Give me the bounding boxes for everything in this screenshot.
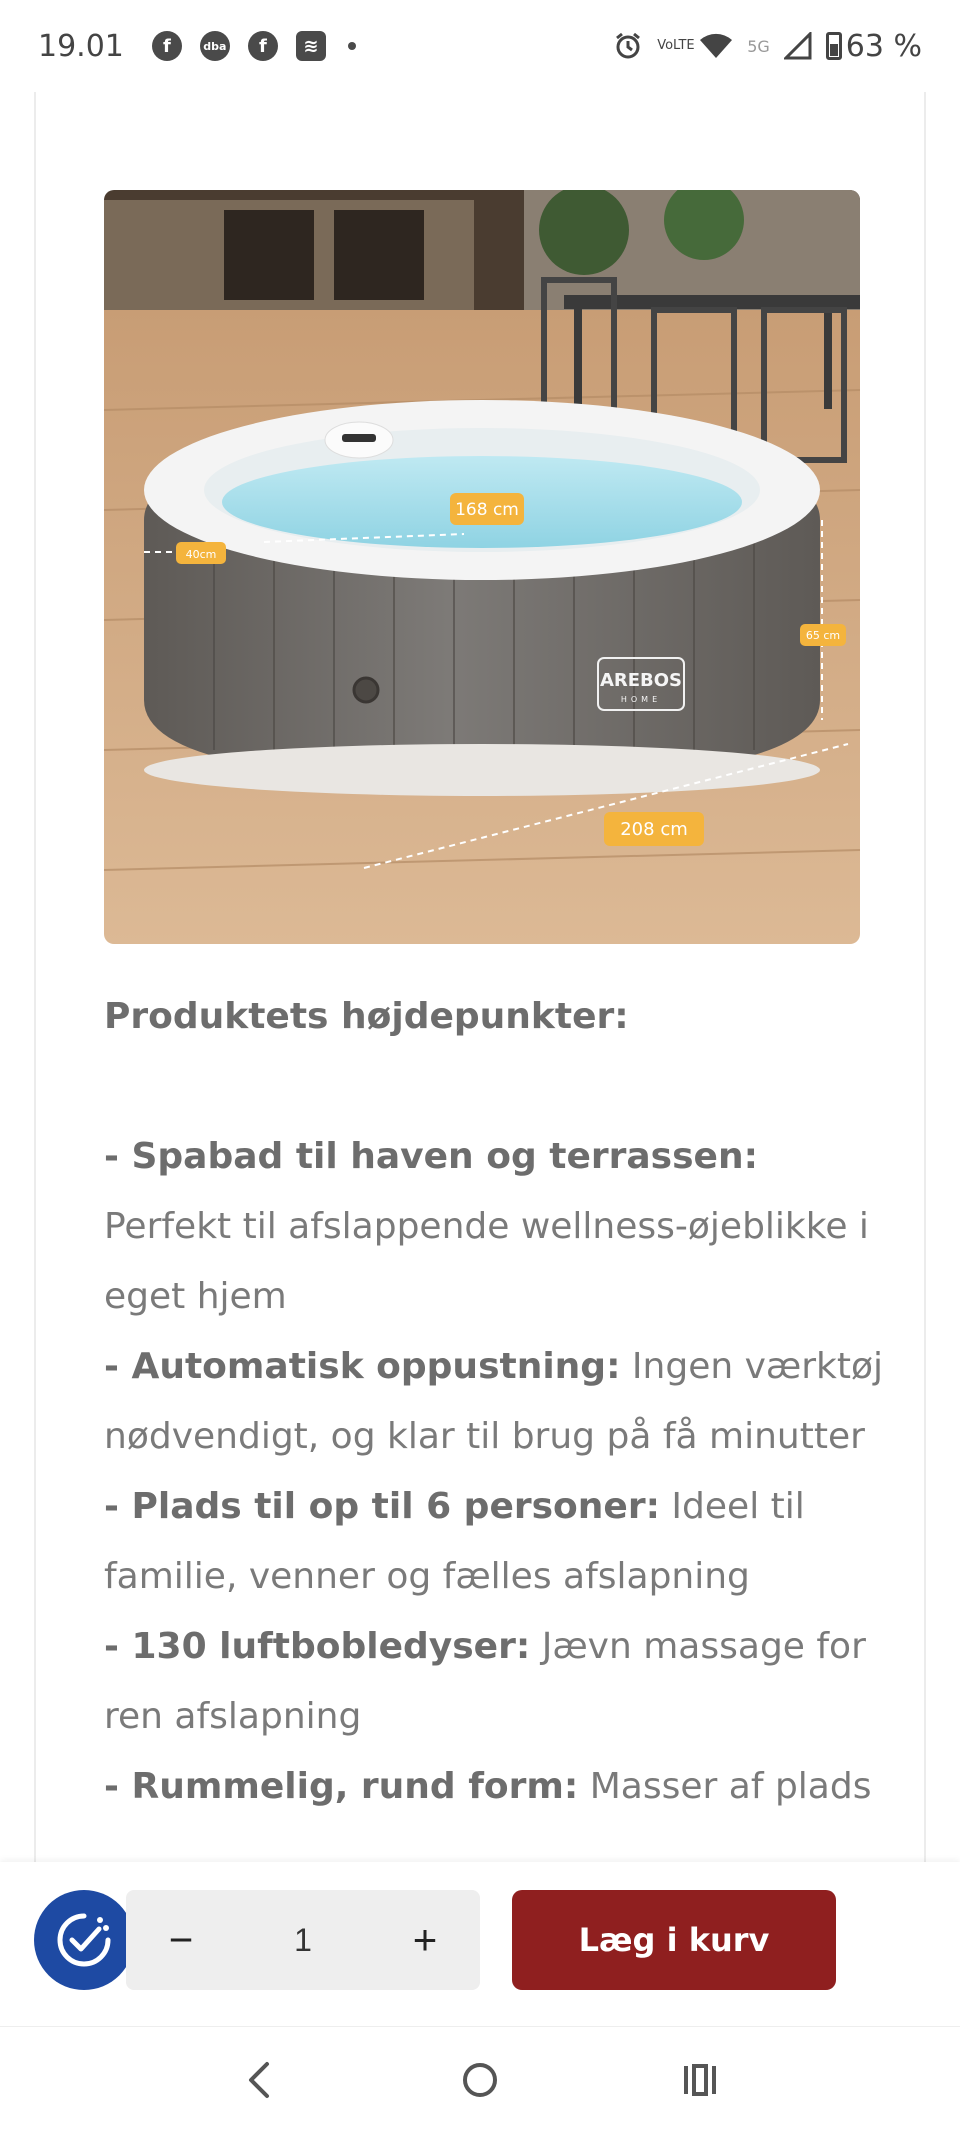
- highlight-label: - 130 luftbobledyser:: [104, 1626, 531, 1667]
- hot-tub-illustration: AREBOS HOME 168 cm 40cm 65 cm 208 cm: [104, 190, 860, 944]
- back-icon: [249, 2062, 269, 2098]
- brand-logo-text: AREBOS: [600, 670, 682, 691]
- highlight-label: - Rummelig, rund form:: [104, 1766, 579, 1807]
- battery-level: 63 %: [845, 28, 922, 64]
- highlight-item: - Rummelig, rund form: Masser af plads: [104, 1752, 894, 1822]
- facebook-icon: f: [247, 31, 278, 61]
- highlight-text: Masser af plads: [578, 1766, 872, 1807]
- signal-icon: [783, 32, 812, 60]
- 5g-icon: 5G: [747, 36, 770, 56]
- home-button[interactable]: [450, 2050, 510, 2110]
- highlights-title: Produktets højdepunkter:: [104, 996, 629, 1037]
- dimension-label-inner: 168 cm: [455, 500, 519, 520]
- trust-badge-icon[interactable]: [34, 1890, 134, 1990]
- battery-indicator: 63 %: [825, 28, 922, 64]
- highlight-item: - Automatisk oppustning: Ingen værktøj n…: [104, 1332, 894, 1472]
- product-image[interactable]: AREBOS HOME 168 cm 40cm 65 cm 208 cm: [104, 190, 860, 944]
- alarm-icon: [616, 32, 641, 59]
- system-nav-bar: [0, 2026, 960, 2133]
- dba-chat-icon: dba: [199, 31, 230, 61]
- dimension-label-wall: 40cm: [186, 548, 217, 561]
- product-description: Produktets højdepunkter: - Spabad til ha…: [104, 982, 894, 1822]
- back-button[interactable]: [230, 2050, 290, 2110]
- facebook-icon: f: [151, 31, 182, 61]
- highlight-text: Perfekt til afslappende wellness-øjeblik…: [104, 1206, 869, 1317]
- stack-app-icon: ≋: [295, 31, 326, 61]
- system-icons: VoLTE 5G 63 %: [613, 0, 922, 92]
- dimension-label-outer: 208 cm: [620, 819, 688, 840]
- highlight-label: - Automatisk oppustning:: [104, 1346, 621, 1387]
- volte-icon: VoLTE: [657, 38, 695, 53]
- add-to-cart-button[interactable]: Læg i kurv: [512, 1890, 836, 1990]
- quantity-increase-button[interactable]: +: [400, 1916, 450, 1964]
- highlight-item: - Spabad til haven og terrassen: Perfekt…: [104, 1122, 894, 1332]
- sticky-cart-bar: − 1 + Læg i kurv: [0, 1862, 960, 2026]
- battery-icon: [825, 32, 842, 60]
- quantity-value[interactable]: 1: [294, 1922, 312, 1959]
- dimension-label-height: 65 cm: [806, 629, 840, 642]
- quantity-decrease-button[interactable]: −: [156, 1916, 206, 1964]
- brand-sub-text: HOME: [621, 695, 661, 704]
- recents-button[interactable]: [670, 2050, 730, 2110]
- product-card: AREBOS HOME 168 cm 40cm 65 cm 208 cm Pro…: [34, 92, 926, 1862]
- status-time: 19.01: [38, 28, 124, 64]
- wifi-icon: [700, 33, 733, 58]
- recents-icon: [684, 2064, 716, 2096]
- check-shield-icon: [57, 1913, 111, 1967]
- status-bar: 19.01 f dba f ≋ VoLTE 5G 63 %: [0, 0, 960, 92]
- quantity-stepper: − 1 +: [126, 1890, 480, 1990]
- notification-dot-icon: [347, 42, 356, 50]
- highlight-label: - Spabad til haven og terrassen:: [104, 1136, 758, 1177]
- notification-icons: f dba f ≋: [151, 31, 356, 61]
- highlight-item: - 130 luftbobledyser: Jævn massage for r…: [104, 1612, 894, 1752]
- highlight-label: - Plads til op til 6 personer:: [104, 1486, 660, 1527]
- highlight-item: - Plads til op til 6 personer: Ideel til…: [104, 1472, 894, 1612]
- home-icon: [463, 2063, 497, 2097]
